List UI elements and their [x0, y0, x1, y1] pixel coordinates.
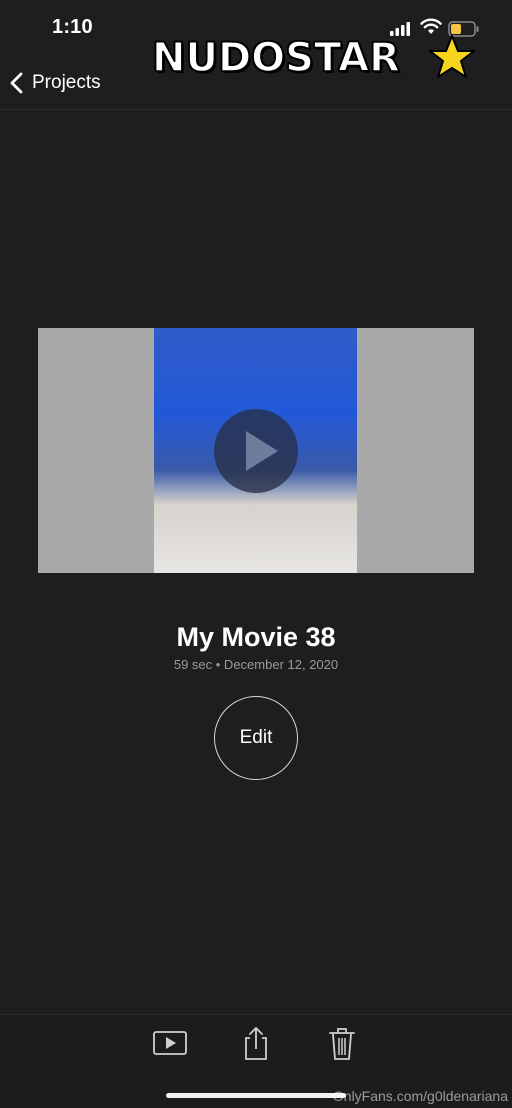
play-icon[interactable] [152, 1025, 188, 1061]
movie-preview[interactable] [38, 328, 474, 573]
project-title: My Movie 38 [176, 622, 336, 652]
trash-icon[interactable] [324, 1025, 360, 1061]
project-meta: 59 sec • December 12, 2020 [173, 657, 339, 672]
back-button-label: Projects [32, 72, 101, 93]
back-button[interactable]: Projects [8, 68, 101, 98]
home-indicator[interactable] [166, 1093, 346, 1098]
status-time: 1:10 [52, 16, 93, 38]
navigation-bar: Projects [0, 60, 512, 110]
play-icon [246, 431, 278, 471]
cellular-signal-icon [390, 22, 410, 36]
edit-button[interactable]: Edit [214, 696, 298, 780]
play-preview-button[interactable] [214, 409, 298, 493]
share-icon[interactable] [238, 1025, 274, 1061]
chevron-left-icon [10, 72, 23, 94]
source-watermark: OnlyFans.com/g0ldenariana [332, 1088, 508, 1104]
